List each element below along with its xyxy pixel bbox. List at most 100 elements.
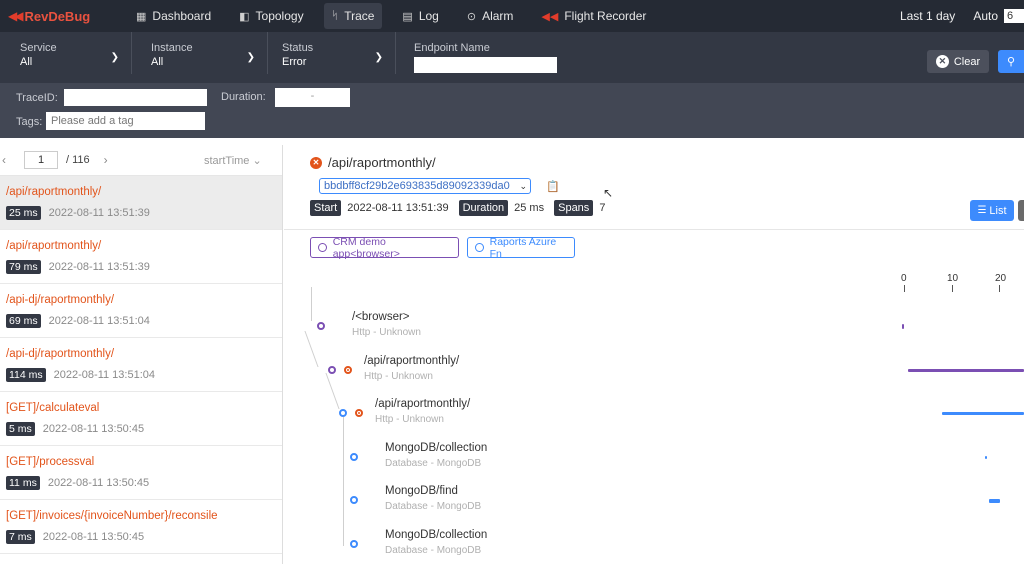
trace-id-select[interactable]: bbdbff8cf29b2e693835d89092339da0 ⌄	[319, 178, 531, 194]
circle-icon	[475, 243, 484, 252]
timeline-tick: 0	[901, 273, 907, 284]
trace-endpoint: /api/raportmonthly/	[6, 240, 102, 252]
nav-label: Log	[418, 9, 439, 23]
time-range-selector[interactable]: Last 1 day	[900, 9, 955, 23]
trace-list-item[interactable]: /api-dj/raportmonthly/ 69 ms 2022-08-11 1…	[0, 284, 282, 338]
span-row[interactable]: MongoDB/collection Database - MongoDB	[385, 529, 487, 556]
tree-line	[304, 331, 319, 367]
trace-list-item[interactable]: [GET]/processval 11 ms 2022-08-11 13:50:4…	[0, 446, 282, 500]
duration-badge: 79 ms	[6, 260, 41, 274]
trace-endpoint: /api/raportmonthly/	[6, 186, 102, 198]
span-row[interactable]: MongoDB/find Database - MongoDB	[385, 485, 481, 512]
span-type: Database - MongoDB	[385, 545, 482, 556]
trace-time: 2022-08-11 13:51:04	[53, 369, 155, 381]
list-view-button[interactable]: ☰ List	[970, 200, 1014, 221]
span-timeline-bar	[942, 412, 1024, 415]
page-total: / 116	[66, 154, 90, 166]
span-node-dot	[328, 366, 336, 374]
trace-endpoint: [GET]/invoices/{invoiceNumber}/reconsile	[6, 510, 218, 522]
trace-list-item[interactable]: /api/raportmonthly/ 79 ms 2022-08-11 13:5…	[0, 230, 282, 284]
trace-endpoint: [GET]/calculateval	[6, 402, 100, 414]
trace-list-item[interactable]: /api/raportmonthly/ 25 ms 2022-08-11 13:5…	[0, 176, 282, 230]
nav-trace[interactable]: ᛋ Trace	[323, 3, 383, 29]
service-legend-browser[interactable]: CRM demo app<browser>	[310, 235, 459, 260]
trace-list-item[interactable]: [GET]/invoices/{invoiceNumber}/reconsile…	[0, 500, 282, 554]
tags-input[interactable]: Please add a tag	[46, 112, 205, 130]
timeline-tick-line	[904, 285, 905, 292]
span-row[interactable]: /api/raportmonthly/ Http - Unknown	[375, 398, 470, 425]
span-type: Http - Unknown	[352, 327, 421, 338]
spans-value: 7	[599, 202, 606, 214]
endpoint-name-input[interactable]	[414, 57, 557, 73]
span-row[interactable]: MongoDB/collection Database - MongoDB	[385, 442, 487, 469]
auto-refresh-input[interactable]: 6	[1004, 9, 1024, 23]
duration-badge: 25 ms	[6, 206, 41, 220]
trace-endpoint: /api-dj/raportmonthly/	[6, 348, 115, 360]
trace-list-item[interactable]: [GET]/calculateval 5 ms 2022-08-11 13:50:…	[0, 392, 282, 446]
tree-line	[311, 287, 312, 321]
duration-badge: 5 ms	[6, 422, 35, 436]
chevron-right-icon[interactable]: ›	[104, 153, 108, 167]
span-type: Http - Unknown	[364, 371, 433, 382]
span-name: /api/raportmonthly/	[364, 355, 460, 367]
clear-label: Clear	[953, 55, 981, 68]
endpoint-name-label: Endpoint Name	[414, 42, 490, 54]
traceid-input[interactable]	[64, 89, 207, 106]
search-icon: ⚲	[1006, 56, 1016, 68]
sort-select[interactable]: startTime ⌄	[204, 154, 262, 167]
span-node-dot	[350, 496, 358, 504]
trace-endpoint: [GET]/processval	[6, 456, 95, 468]
topology-icon: ◧	[239, 10, 250, 23]
timeline-tick-line	[999, 285, 1000, 292]
nav-log[interactable]: ▤ Log	[394, 3, 446, 29]
traceid-label: TraceID:	[16, 92, 58, 104]
close-icon: ✕	[935, 55, 949, 68]
trace-time: 2022-08-11 13:51:39	[48, 261, 150, 273]
error-node-dot	[344, 366, 352, 374]
trace-title: ✕ /api/raportmonthly/	[310, 155, 436, 170]
timeline-tick-line	[952, 285, 953, 292]
span-row[interactable]: /api/raportmonthly/ Http - Unknown	[364, 355, 459, 382]
span-timeline-bar	[989, 499, 1000, 503]
duration-badge: 114 ms	[6, 368, 46, 382]
clipboard-icon[interactable]: 📋	[546, 180, 560, 193]
logo-text: RevDeBug	[24, 8, 91, 24]
tree-line	[343, 417, 344, 546]
revdebug-logo[interactable]: ◀◀ RevDeBug	[0, 0, 128, 32]
service-name: CRM demo app<browser>	[332, 235, 400, 260]
trace-filter-bar: TraceID: Duration: - Tags: Please add a …	[0, 83, 1024, 138]
span-node-dot	[317, 322, 325, 330]
chevron-down-icon: ⌄	[519, 181, 527, 191]
span-name: MongoDB/find	[385, 485, 458, 497]
span-node-dot	[350, 540, 358, 548]
trace-list-item[interactable]: /api-dj/raportmonthly/ 114 ms 2022-08-11 …	[0, 338, 282, 392]
trace-endpoint: /api-dj/raportmonthly/	[6, 294, 115, 306]
duration-input[interactable]: -	[275, 88, 350, 107]
nav-alarm[interactable]: ⊙ Alarm	[459, 3, 522, 29]
chevron-left-icon[interactable]: ‹	[0, 153, 14, 167]
nav-dashboard[interactable]: ▦ Dashboard	[128, 3, 219, 29]
alarm-icon: ⊙	[466, 10, 477, 23]
error-node-dot	[355, 409, 363, 417]
nav-topology[interactable]: ◧ Topology	[231, 3, 311, 29]
span-row[interactable]: /<browser> Http - Unknown	[352, 311, 421, 338]
pagination: ‹ 1 / 116 › startTime ⌄	[0, 145, 282, 176]
search-button[interactable]: ⚲	[998, 50, 1024, 73]
instance-select[interactable]: Instance All ❯	[131, 32, 268, 74]
status-select[interactable]: Status Error ❯	[262, 32, 396, 74]
tree-view-button[interactable]	[1018, 200, 1024, 221]
trace-time: 2022-08-11 13:50:45	[42, 423, 145, 435]
chevron-down-icon: ❯	[246, 52, 255, 63]
duration-label: Duration:	[221, 91, 266, 103]
nav-flight-recorder[interactable]: ◀◀ Flight Recorder	[533, 3, 654, 29]
page-input[interactable]: 1	[24, 151, 58, 169]
service-legend-azure[interactable]: Raports Azure Fn	[467, 236, 575, 260]
clear-button[interactable]: ✕ Clear	[927, 50, 989, 73]
trace-time: 2022-08-11 13:50:45	[47, 477, 150, 489]
duration-badge: 7 ms	[6, 530, 35, 544]
span-type: Database - MongoDB	[385, 458, 482, 469]
duration-tag: Duration	[458, 200, 509, 216]
service-select[interactable]: Service All ❯	[0, 32, 132, 74]
start-value: 2022-08-11 13:51:39	[347, 202, 449, 214]
mouse-cursor-icon: ↖	[603, 186, 614, 200]
